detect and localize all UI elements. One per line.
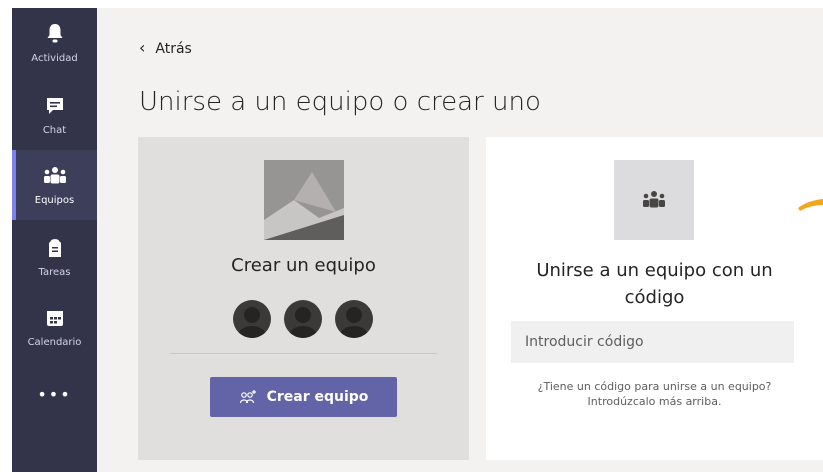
- bell-icon: [12, 22, 97, 46]
- highlight-arrow-icon: [798, 186, 823, 216]
- create-team-title: Crear un equipo: [231, 255, 376, 276]
- app-bar: Actividad Chat Equipos Tareas Calendario…: [12, 8, 97, 472]
- team-code-input[interactable]: [511, 321, 794, 363]
- sidebar-item-equipos[interactable]: Equipos: [12, 150, 97, 220]
- avatar: [335, 300, 373, 338]
- sidebar-item-label: Actividad: [31, 53, 78, 64]
- join-team-card: Unirse a un equipo con un código ¿Tiene …: [486, 137, 823, 460]
- sidebar-item-label: Equipos: [34, 195, 75, 206]
- avatar: [233, 300, 271, 338]
- create-team-card: Crear un equipo Crear equipo: [138, 137, 469, 460]
- page-title: Unirse a un equipo o crear uno: [139, 87, 541, 117]
- chevron-left-icon: ‹: [139, 38, 146, 57]
- chat-icon: [12, 94, 97, 118]
- sidebar-item-label: Tareas: [38, 267, 71, 278]
- hint-line-1: ¿Tiene un código para unirse a un equipo…: [537, 380, 772, 393]
- join-hint: ¿Tiene un código para unirse a un equipo…: [496, 379, 813, 409]
- add-people-icon: [239, 389, 257, 405]
- divider: [170, 353, 437, 354]
- main-content: ‹ Atrás Unirse a un equipo o crear uno Cr…: [97, 8, 823, 472]
- sidebar-item-label: Chat: [42, 125, 67, 136]
- join-team-title: Unirse a un equipo con un código: [536, 260, 773, 308]
- teams-icon: [614, 160, 694, 240]
- sidebar-item-calendario[interactable]: Calendario: [12, 292, 97, 362]
- create-team-button[interactable]: Crear equipo: [210, 377, 397, 417]
- back-label: Atrás: [155, 41, 192, 57]
- assignments-icon: [12, 236, 97, 260]
- more-icon: •••: [12, 382, 97, 406]
- sidebar-item-tareas[interactable]: Tareas: [12, 222, 97, 292]
- create-team-button-label: Crear equipo: [266, 389, 369, 405]
- image-placeholder-icon: [264, 160, 344, 240]
- teams-window: Actividad Chat Equipos Tareas Calendario…: [0, 0, 823, 472]
- sidebar-item-chat[interactable]: Chat: [12, 80, 97, 150]
- teams-icon: [12, 164, 97, 188]
- calendar-icon: [12, 306, 97, 330]
- hint-line-2: Introdúzcalo más arriba.: [587, 395, 722, 408]
- sidebar-item-label: Calendario: [27, 337, 82, 348]
- avatar: [284, 300, 322, 338]
- avatar-group: [233, 300, 373, 340]
- sidebar-item-more[interactable]: •••: [12, 364, 97, 434]
- sidebar-item-actividad[interactable]: Actividad: [12, 8, 97, 78]
- back-link[interactable]: ‹ Atrás: [139, 38, 192, 57]
- top-edge: [0, 0, 823, 8]
- more-label: •••: [37, 384, 72, 404]
